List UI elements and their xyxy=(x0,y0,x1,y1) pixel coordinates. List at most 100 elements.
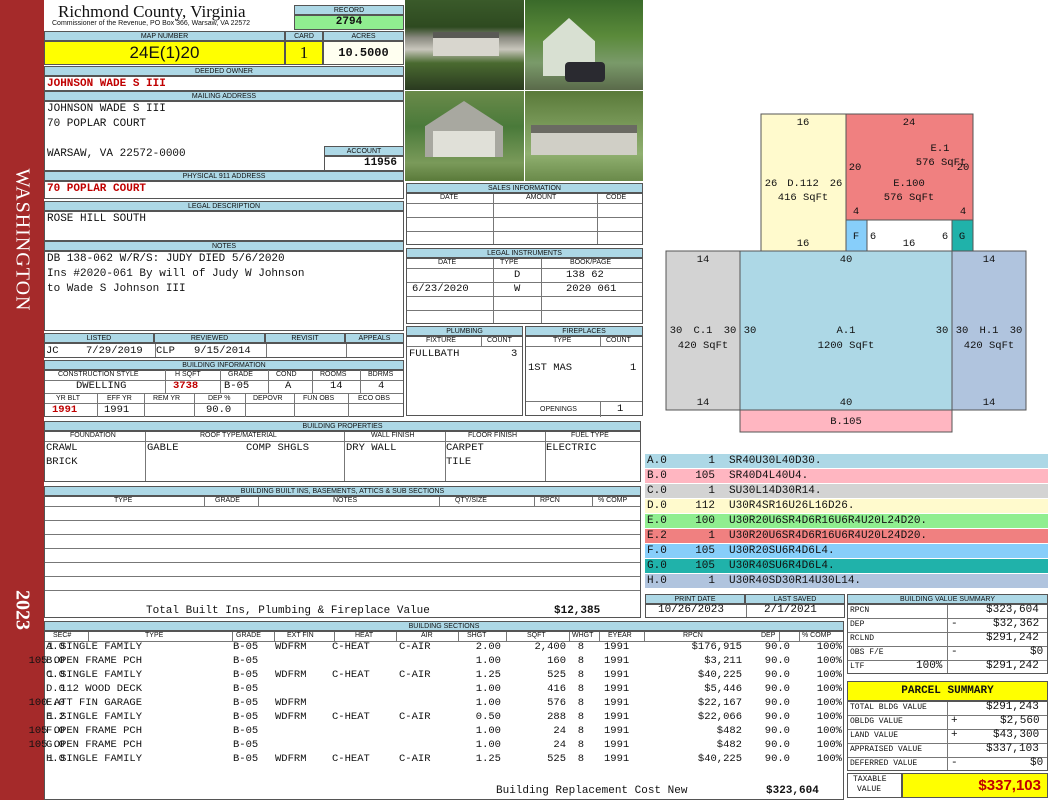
segment-desc: U30R40SD30R14U30L14. xyxy=(729,575,862,587)
section-cell-rpcn: $482 xyxy=(716,725,742,737)
foundation-value-2: BRICK xyxy=(46,456,78,468)
instruments-col-bookpage: BOOK/PAGE xyxy=(570,259,612,266)
section-cell-whgt: 8 xyxy=(577,641,584,653)
section-cell-whgt: 8 xyxy=(577,739,584,751)
segment-row: E.0 100 U30R20U6SR4D6R16U6R4U20L24D20. xyxy=(645,514,1048,528)
taxable-value: $337,103 xyxy=(902,773,1048,798)
section-cell-grade: B-05 xyxy=(233,683,259,695)
mailing-address-label: MAILING ADDRESS xyxy=(44,91,404,101)
section-cell-rpcn: $3,211 xyxy=(704,655,742,667)
section-cell-eyear: 1991 xyxy=(604,641,630,653)
sketch-a-top: 40 xyxy=(840,254,853,266)
section-cell-comp: 100% xyxy=(816,683,842,695)
yrblt-label: YR BLT xyxy=(56,395,80,402)
plumbing-fixture-label: FIXTURE xyxy=(426,337,456,344)
section-cell-air: C-AIR xyxy=(399,641,431,653)
section-cell-whgt: 8 xyxy=(577,683,584,695)
sales-col-code: CODE xyxy=(606,194,627,201)
section-cell-rpcn: $176,915 xyxy=(691,641,742,653)
sections-col-eyear: EYEAR xyxy=(608,632,632,639)
floor-finish-value-1: CARPET xyxy=(446,442,484,454)
sections-col-air: AIR xyxy=(421,632,433,639)
replacement-cost-value: $323,604 xyxy=(766,785,819,797)
segment-desc: U30R40SU6R4D6L4. xyxy=(729,560,835,572)
segment-code: 112 xyxy=(695,500,715,512)
legal-description-value: ROSE HILL SOUTH xyxy=(47,213,147,225)
fireplace-type-label: TYPE xyxy=(553,337,572,344)
plumbing-count-value: 3 xyxy=(511,348,518,360)
section-cell-grade: B-05 xyxy=(233,655,259,667)
segment-row: E.2 1 U30R20U6SR4D6R16U6R4U20L24D20. xyxy=(645,529,1048,543)
sketch-e-label-1: E.1 xyxy=(931,143,950,155)
section-cell-dep: 90.0 xyxy=(764,655,790,667)
total-bldg-value-label: TOTAL BLDG VALUE xyxy=(850,703,927,712)
section-cell-type: 105 OPEN FRAME PCH xyxy=(28,655,142,667)
revisit-label: REVISIT xyxy=(265,333,345,343)
effyr-value: 1991 xyxy=(104,404,130,416)
obldg-sign: + xyxy=(951,715,958,727)
district-name: WASHINGTON xyxy=(11,168,34,312)
section-cell-shgt: 0.50 xyxy=(475,711,501,723)
fireplace-count-value: 1 xyxy=(630,362,637,374)
section-cell-shgt: 1.25 xyxy=(475,669,501,681)
sales-information-label: SALES INFORMATION xyxy=(406,183,643,193)
sketch-d-label: D.112 xyxy=(787,178,819,190)
dep-label: DEP xyxy=(850,620,865,629)
hsqft-label: H SQFT xyxy=(175,371,201,378)
segment-id: A.0 xyxy=(647,455,667,467)
sections-col-sec: SEC# xyxy=(53,632,72,639)
office-address: Commissioner of the Revenue, PO Box 366,… xyxy=(52,20,251,27)
sketch-d-left: 26 xyxy=(765,178,778,190)
deferred-sign: - xyxy=(951,757,958,769)
last-saved-label: LAST SAVED xyxy=(745,594,845,604)
map-number-value: 24E(1)20 xyxy=(44,41,285,65)
builtins-col-qty: QTY/SIZE xyxy=(455,497,487,504)
mailing-line-1: JOHNSON WADE S III xyxy=(47,103,166,115)
listed-date: 7/29/2019 xyxy=(86,345,143,357)
section-cell-type: 105 OPEN FRAME PCH xyxy=(28,739,142,751)
dep-sign: - xyxy=(951,618,958,630)
sketch-g-side: 6 xyxy=(942,231,948,243)
sketch-a-bottom: 40 xyxy=(840,397,853,409)
cond-value: A xyxy=(285,380,292,392)
sketch-d-right: 26 xyxy=(830,178,843,190)
replacement-cost-label: Building Replacement Cost New xyxy=(496,785,688,797)
sketch-f-label: F xyxy=(853,231,859,243)
section-cell-rpcn: $40,225 xyxy=(697,753,742,765)
fireplaces-table xyxy=(525,336,643,417)
section-cell-heat: C-HEAT xyxy=(332,753,370,765)
section-cell-grade: B-05 xyxy=(233,711,259,723)
rpcn-label: RPCN xyxy=(850,606,870,615)
section-cell-shgt: 1.25 xyxy=(475,753,501,765)
ltf-value: $291,242 xyxy=(986,660,1039,672)
property-photo-wide xyxy=(525,91,643,181)
instrument-row-1-bookpage: 138 62 xyxy=(566,269,604,281)
section-cell-sqft: 2,400 xyxy=(534,641,566,653)
section-cell-ext: WDFRM xyxy=(275,711,307,723)
section-cell-type: 100 ATT FIN GARAGE xyxy=(28,697,142,709)
sketch-e-top: 24 xyxy=(903,117,916,129)
sketch-g-label: G xyxy=(959,231,965,243)
section-cell-comp: 100% xyxy=(816,753,842,765)
dep-pct-value: 90.0 xyxy=(206,404,232,416)
sections-col-heat: HEAT xyxy=(355,632,374,639)
last-saved-value: 2/1/2021 xyxy=(764,604,817,616)
builtins-col-notes: NOTES xyxy=(333,497,358,504)
listed-label: LISTED xyxy=(44,333,154,343)
bdrms-value: 4 xyxy=(378,380,385,392)
building-sections-label: BUILDING SECTIONS xyxy=(44,621,844,631)
sketch-a-area: 1200 SqFt xyxy=(818,340,875,352)
remyr-label: REM YR xyxy=(153,395,181,402)
building-sketch: 16 26 26 D.112 416 SqFt 16 24 20 20 E.1 … xyxy=(665,113,1027,433)
record-value: 2794 xyxy=(294,15,404,30)
foundation-value-1: CRAWL xyxy=(46,442,78,454)
section-cell-rpcn: $22,167 xyxy=(697,697,742,709)
building-properties-table xyxy=(44,431,641,482)
section-cell-grade: B-05 xyxy=(233,739,259,751)
section-cell-grade: B-05 xyxy=(233,669,259,681)
listed-by: JC xyxy=(46,345,59,357)
section-cell-rpcn: $22,066 xyxy=(697,711,742,723)
sections-col-type: TYPE xyxy=(145,632,164,639)
total-bldg-value: $291,243 xyxy=(986,701,1039,713)
acres-value: 10.5000 xyxy=(323,41,404,65)
